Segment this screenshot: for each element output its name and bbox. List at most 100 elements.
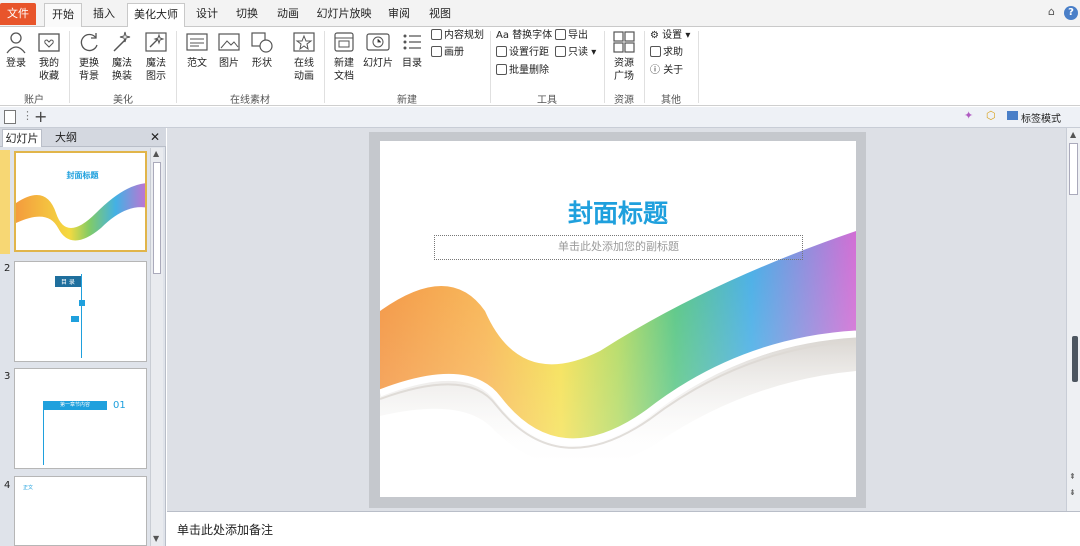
next-slide-icon[interactable]: ⇟ [1069, 488, 1076, 497]
notes-placeholder[interactable]: 单击此处添加备注 [177, 521, 273, 538]
info-icon: ⓘ [650, 65, 660, 76]
slide-thumbnail-2[interactable]: 目 录 [14, 261, 147, 362]
magic-change-button[interactable]: 魔法 换装 [108, 30, 136, 83]
scroll-down-icon[interactable]: ▼ [153, 534, 159, 543]
collapse-ribbon-icon[interactable]: ⌂ [1048, 5, 1055, 18]
group-label-account: 账户 [24, 95, 44, 106]
slide-number: 2 [4, 263, 11, 274]
add-icon[interactable]: + [34, 107, 47, 126]
slide-number: 3 [4, 371, 11, 382]
close-icon[interactable]: ✕ [150, 130, 160, 144]
readonly-button[interactable]: 只读 ▾ [555, 46, 596, 60]
rainbow-wave-graphic [16, 183, 145, 244]
ribbon: 登录 我的 收藏 账户 更换 背景 魔法 换装 魔法 图示 美化 范文 图片 形状 在线… [0, 27, 1080, 106]
gear-icon: ⚙ [650, 30, 659, 41]
panel-tabs: 幻灯片 大纲 ✕ [0, 128, 166, 147]
ribbon-tabbar: 文件 开始 插入 美化大师 设计 切换 动画 幻灯片放映 审阅 视图 ⌂ ? [0, 0, 1080, 28]
table-of-contents-button[interactable]: 目录 [399, 30, 425, 70]
list-icon [403, 34, 421, 50]
tab-design[interactable]: 设计 [190, 3, 224, 27]
diagram-wand-icon [145, 32, 167, 52]
export-button[interactable]: 导出 [555, 29, 588, 43]
hexagon-icon[interactable]: ⬡ [986, 109, 996, 122]
batch-delete-button[interactable]: 批量删除 [496, 64, 549, 78]
magic-icon[interactable]: ✦ [964, 109, 973, 122]
content-plan-button[interactable]: 内容规划 [431, 29, 484, 43]
section-number: 01 [113, 400, 126, 411]
picture-button[interactable]: 图片 [216, 30, 242, 70]
album-button[interactable]: 画册 [431, 46, 464, 60]
thumb-title: 目 录 [55, 276, 81, 287]
scroll-up-icon[interactable]: ▲ [1070, 130, 1076, 139]
new-document-button[interactable]: 新建 文档 [330, 30, 358, 83]
timeline-dot [79, 300, 85, 306]
magic-diagram-button[interactable]: 魔法 图示 [142, 30, 170, 83]
replace-font-button[interactable]: Aa 替换字体 [496, 29, 552, 43]
scroll-up-icon[interactable]: ▲ [153, 149, 159, 158]
tag-mode-button[interactable]: 标签模式 [1021, 110, 1061, 125]
slide-title[interactable]: 封面标题 [380, 194, 856, 230]
chat-icon [650, 46, 661, 57]
settings-button[interactable]: ⚙ 设置 ▾ [650, 29, 690, 43]
scroll-thumb[interactable] [1069, 143, 1078, 195]
new-page-icon[interactable] [4, 110, 16, 124]
notes-pane[interactable]: 单击此处添加备注 [167, 511, 1080, 546]
tag-mode-icon [1007, 111, 1018, 120]
content-plan-icon [431, 29, 442, 40]
tab-review[interactable]: 审阅 [381, 3, 417, 27]
shape-button[interactable]: 形状 [249, 30, 275, 70]
zoom-handle[interactable] [1072, 336, 1078, 382]
template-icon [186, 33, 208, 51]
scroll-thumb[interactable] [153, 162, 161, 274]
help-request-button[interactable]: 求助 [650, 46, 683, 60]
about-button[interactable]: ⓘ 关于 [650, 64, 683, 78]
batch-delete-icon [496, 64, 507, 75]
tab-outline[interactable]: 大纲 [46, 129, 86, 147]
login-button[interactable]: 登录 [4, 30, 28, 70]
tab-animation[interactable]: 动画 [270, 3, 306, 27]
previous-slide-icon[interactable]: ⇞ [1069, 472, 1076, 481]
new-slide-button[interactable]: 幻灯片 [362, 30, 394, 70]
tab-home[interactable]: 开始 [44, 3, 82, 27]
help-icon[interactable]: ? [1064, 6, 1078, 20]
tab-transition[interactable]: 切换 [229, 3, 265, 27]
online-animation-button[interactable]: 在线 动画 [290, 30, 318, 83]
tab-file[interactable]: 文件 [0, 3, 36, 25]
tab-slides[interactable]: 幻灯片 [2, 129, 42, 147]
tab-slideshow[interactable]: 幻灯片放映 [312, 3, 376, 27]
more-icon[interactable]: ⋮ [22, 109, 33, 122]
group-label-online-material: 在线素材 [230, 95, 270, 106]
tab-view[interactable]: 视图 [422, 3, 458, 27]
subtitle-placeholder[interactable]: 单击此处添加您的副标题 [434, 235, 803, 260]
slide-thumbnail-4[interactable]: 正文 [14, 476, 147, 546]
magic-wand-icon [113, 31, 131, 52]
slide-panel: 幻灯片 大纲 ✕ 1 封面标题 2 目 录 3 第一章节内容 01 4 正文 ▲… [0, 128, 166, 546]
group-label-resource: 资源 [614, 95, 634, 106]
lock-icon [555, 46, 566, 57]
export-icon [555, 29, 566, 40]
resource-square-button[interactable]: 资源 广场 [610, 30, 638, 83]
slide-thumbnail-3[interactable]: 第一章节内容 01 [14, 368, 147, 469]
slide-thumbnail-1[interactable]: 封面标题 [14, 151, 147, 252]
chevron-down-icon: ▾ [685, 30, 691, 41]
animation-star-icon [293, 32, 315, 52]
image-icon [218, 33, 240, 51]
tab-insert[interactable]: 插入 [86, 3, 122, 27]
shapes-icon [251, 32, 273, 53]
refresh-icon [80, 33, 98, 52]
section-line [43, 403, 44, 465]
user-icon [6, 32, 26, 54]
panel-scrollbar[interactable]: ▲ ▼ [150, 148, 163, 546]
editor-scrollbar[interactable]: ▲ ⇞ ⇟ [1066, 128, 1080, 511]
slide-editor: 封面标题 单击此处添加您的副标题 [167, 128, 1066, 511]
template-button[interactable]: 范文 [184, 30, 210, 70]
change-background-button[interactable]: 更换 背景 [76, 30, 102, 83]
thumb-title: 封面标题 [66, 171, 99, 180]
line-spacing-button[interactable]: 设置行距 [496, 46, 549, 60]
tab-beautify-master[interactable]: 美化大师 [127, 3, 185, 28]
current-slide[interactable]: 封面标题 单击此处添加您的副标题 [380, 141, 856, 497]
thumb-title: 正文 [23, 485, 34, 491]
new-document-icon [334, 32, 354, 52]
slide-icon [366, 33, 390, 51]
favorites-button[interactable]: 我的 收藏 [36, 30, 62, 83]
